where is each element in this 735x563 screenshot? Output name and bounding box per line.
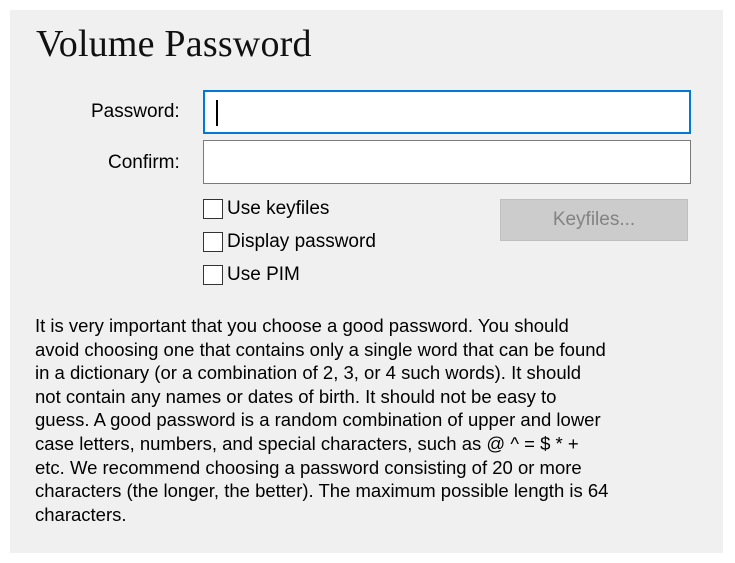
- guidance-line: in a dictionary (or a combination of 2, …: [35, 362, 582, 384]
- use-keyfiles-label: Use keyfiles: [227, 198, 330, 219]
- guidance-line: characters (the longer, the better). The…: [35, 480, 609, 502]
- panel-right-edge: [723, 0, 735, 563]
- guidance-line: guess. A good password is a random combi…: [35, 409, 601, 431]
- guidance-line: etc. We recommend choosing a password co…: [35, 456, 582, 478]
- text-caret: [216, 100, 218, 126]
- page-title: Volume Password: [36, 23, 312, 65]
- use-pim-checkbox[interactable]: Use PIM: [203, 263, 300, 287]
- confirm-field[interactable]: [203, 140, 691, 184]
- checkbox-box[interactable]: [203, 265, 223, 285]
- keyfiles-button[interactable]: Keyfiles...: [500, 199, 688, 241]
- use-pim-label: Use PIM: [227, 264, 300, 285]
- display-password-checkbox[interactable]: Display password: [203, 230, 376, 254]
- password-field[interactable]: [203, 90, 691, 134]
- checkbox-box[interactable]: [203, 232, 223, 252]
- guidance-line: case letters, numbers, and special chara…: [35, 432, 579, 454]
- keyfiles-button-label: Keyfiles...: [552, 209, 636, 230]
- panel-left-edge: [0, 0, 10, 563]
- password-label: Password:: [91, 101, 180, 122]
- panel-top-edge: [0, 0, 735, 10]
- guidance-line: characters.: [35, 503, 127, 525]
- password-guidance-text: It is very important that you choose a g…: [35, 314, 705, 526]
- panel-bottom-edge: [0, 553, 735, 563]
- confirm-label: Confirm:: [108, 152, 180, 173]
- use-keyfiles-checkbox[interactable]: Use keyfiles: [203, 197, 329, 221]
- guidance-line: It is very important that you choose a g…: [35, 315, 569, 336]
- guidance-line: not contain any names or dates of birth.…: [35, 385, 557, 407]
- guidance-line: avoid choosing one that contains only a …: [35, 338, 606, 360]
- checkbox-box[interactable]: [203, 199, 223, 219]
- display-password-label: Display password: [227, 231, 376, 252]
